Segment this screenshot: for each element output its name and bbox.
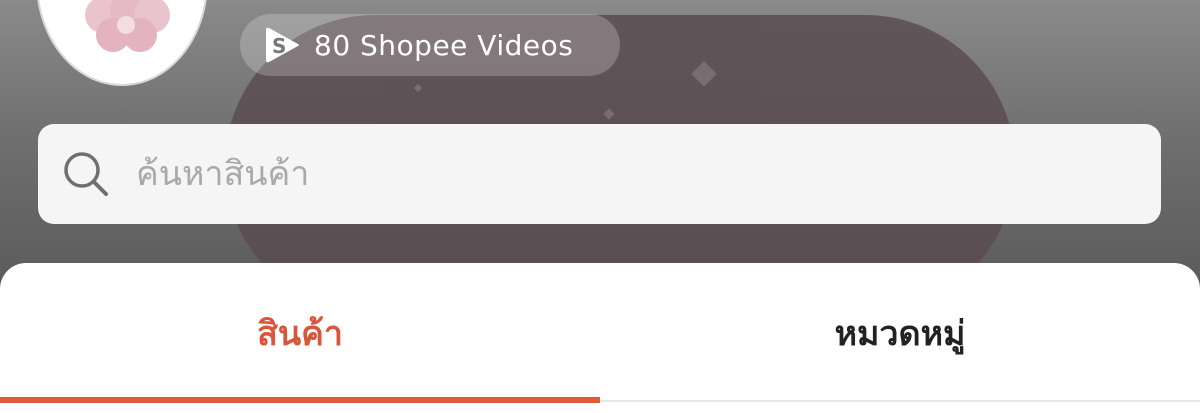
active-tab-indicator (0, 397, 600, 403)
tab-categories[interactable]: หมวดหมู่ (600, 263, 1200, 403)
search-icon (64, 152, 108, 196)
shopee-video-icon: S (266, 27, 299, 63)
shopee-videos-button[interactable]: S 80 Shopee Videos (240, 14, 620, 76)
search-bar[interactable] (38, 124, 1161, 224)
svg-text:S: S (272, 34, 286, 58)
search-input[interactable] (134, 153, 1038, 195)
tab-bar: สินค้า หมวดหมู่ (0, 263, 1200, 403)
tab-products[interactable]: สินค้า (0, 263, 600, 403)
content-panel: สินค้า หมวดหมู่ (0, 263, 1200, 413)
flower-logo (85, 0, 170, 52)
shopee-videos-label: 80 Shopee Videos (314, 28, 574, 62)
